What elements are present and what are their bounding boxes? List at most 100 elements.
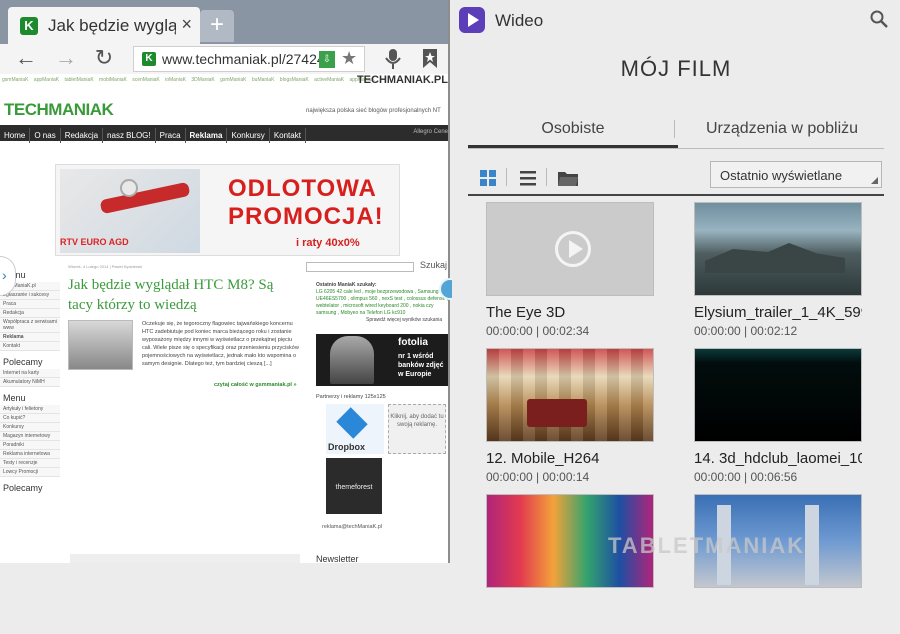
video-item[interactable]: 12. Mobile_H264 00:00:00 | 00:00:14 bbox=[486, 348, 654, 488]
bookmarks-icon[interactable] bbox=[422, 48, 438, 70]
toolbar-underline bbox=[468, 194, 884, 196]
play-icon bbox=[555, 231, 591, 267]
dropdown-arrow-icon bbox=[871, 177, 878, 184]
bookmark-star-icon[interactable]: ★ bbox=[341, 48, 357, 69]
banner-line3: i raty 40x0% bbox=[296, 237, 360, 249]
network-logo[interactable]: TECHMANIAK.PL bbox=[357, 74, 448, 86]
toolbar-divider bbox=[546, 168, 547, 186]
partners-heading: Partnerzy i reklamy 125x125 bbox=[316, 394, 386, 400]
ad-contact-link[interactable]: reklama@techManiaK.pl bbox=[322, 524, 382, 530]
video-item[interactable]: The Eye 3D 00:00:00 | 00:02:34 bbox=[486, 202, 654, 342]
sidebar-item[interactable]: Redakcja bbox=[0, 309, 60, 318]
video-duration: 00:00:00 | 00:00:14 bbox=[486, 470, 590, 484]
folder-view-icon[interactable] bbox=[558, 170, 578, 186]
video-thumbnail bbox=[694, 348, 862, 442]
nav-about[interactable]: O nas bbox=[30, 128, 61, 143]
video-item[interactable]: 14. 3d_hdclub_laomei_1080p 00:00:00 | 00… bbox=[694, 348, 862, 488]
forward-icon[interactable]: → bbox=[52, 44, 80, 74]
sidebar-item[interactable]: Współpraca z serwisami www bbox=[0, 318, 60, 333]
sidebar-item[interactable]: Poradniki bbox=[0, 441, 60, 450]
reload-icon[interactable]: ↻ bbox=[90, 44, 118, 74]
more-searches-link[interactable]: Sprawdź więcej wyników szukania bbox=[316, 317, 442, 323]
video-item[interactable] bbox=[486, 494, 654, 634]
recent-searches-list[interactable]: LG 6205 42 cale led , moje bezprzewodowa… bbox=[316, 289, 448, 316]
sidebar-item[interactable]: Co kupić? bbox=[0, 414, 60, 423]
dropbox-label: Dropbox bbox=[328, 442, 365, 452]
url-text: www.techmaniak.pl/27424 bbox=[162, 51, 325, 67]
sidebar-item[interactable]: Kontakt bbox=[0, 342, 60, 351]
toolbar-divider bbox=[506, 168, 507, 186]
site-slogan: największa polska sieć blogów profesjona… bbox=[306, 108, 441, 114]
logo-part-b: MANIAK bbox=[48, 100, 114, 119]
site-sidebar: Menu TechManiaK.pl Zgłaszanie i sukcesy … bbox=[0, 264, 60, 563]
nav-jobs[interactable]: Praca bbox=[156, 128, 186, 143]
back-icon[interactable]: ← bbox=[12, 44, 40, 74]
sidebar-heading: Polecamy bbox=[3, 483, 43, 493]
app-name: Wideo bbox=[495, 11, 544, 30]
tab-divider bbox=[674, 120, 675, 138]
grid-view-icon[interactable] bbox=[480, 170, 496, 186]
sidebar-item[interactable]: Testy i recenzje bbox=[0, 459, 60, 468]
video-title: The Eye 3D bbox=[486, 304, 566, 321]
video-title: 14. 3d_hdclub_laomei_1080p bbox=[694, 450, 862, 467]
site-search-button[interactable]: Szukaj bbox=[420, 260, 447, 270]
tab-nearby-devices[interactable]: Urządzenia w pobliżu bbox=[680, 110, 884, 148]
browser-tab[interactable]: K Jak będzie wygląd × bbox=[8, 7, 200, 44]
ad-placeholder[interactable]: Kliknij, aby dodać tu swoją reklamę. bbox=[388, 404, 446, 454]
browser-toolbar: ← → ↻ K www.techmaniak.pl/27424 ⇩ ★ bbox=[0, 44, 448, 74]
next-article-strip bbox=[70, 554, 300, 563]
download-icon[interactable]: ⇩ bbox=[319, 51, 335, 68]
banner-line2: PROMOCJA! bbox=[228, 203, 384, 230]
sidebar-item[interactable]: Lowcy Promocji bbox=[0, 468, 60, 477]
fotolia-ad[interactable]: fotolia nr 1 wśród banków zdjęć w Europi… bbox=[316, 334, 448, 386]
dropbox-ad[interactable]: Dropbox bbox=[326, 404, 384, 454]
sidebar-item[interactable]: Reklama internetowa bbox=[0, 450, 60, 459]
sidebar-heading: Menu bbox=[3, 393, 26, 403]
sidebar-item[interactable]: Internet na karty bbox=[0, 369, 60, 378]
nav-contact[interactable]: Kontakt bbox=[270, 128, 306, 143]
sort-dropdown[interactable]: Ostatnio wyświetlane bbox=[710, 161, 882, 188]
view-toolbar: Ostatnio wyświetlane bbox=[468, 160, 884, 194]
article: Wtorek, 4 Lutego 2014 | Paweł Kędzierski… bbox=[68, 264, 300, 563]
sidebar-item[interactable]: Konkursy bbox=[0, 423, 60, 432]
new-tab-button[interactable]: + bbox=[200, 10, 234, 42]
tab-personal[interactable]: Osobiste bbox=[468, 110, 678, 148]
video-duration: 00:00:00 | 00:02:34 bbox=[486, 324, 590, 338]
read-more-link[interactable]: czytaj całość w gsmmaniak.pl » bbox=[214, 382, 297, 388]
recent-searches-heading: Ostatnio ManiaK szukały: bbox=[316, 282, 377, 288]
nav-right-links[interactable]: Allegro Cene bbox=[413, 129, 448, 135]
video-app-pane: Wideo MÓJ FILM Osobiste Urządzenia w pob… bbox=[452, 0, 900, 588]
close-tab-icon[interactable]: × bbox=[181, 14, 192, 35]
site-logo[interactable]: TECHMANIAK bbox=[4, 100, 114, 120]
banner-line1: ODLOTOWA bbox=[228, 175, 377, 202]
sidebar-item[interactable]: Magazyn internetowy bbox=[0, 432, 60, 441]
nav-ads[interactable]: Reklama bbox=[186, 128, 228, 143]
video-title: 12. Mobile_H264 bbox=[486, 450, 600, 467]
sidebar-item[interactable]: Reklama bbox=[0, 333, 60, 342]
sidebar-item[interactable]: Akumulatory NiMH bbox=[0, 378, 60, 387]
article-thumbnail[interactable] bbox=[68, 320, 133, 370]
site-search-input[interactable] bbox=[306, 262, 414, 272]
watermark-logo: TABLETMANIAK bbox=[608, 533, 806, 558]
sidebar-heading: Polecamy bbox=[3, 357, 43, 367]
ad-person-image bbox=[330, 336, 374, 384]
article-title[interactable]: Jak będzie wyglądał HTC M8? Są tacy któr… bbox=[68, 275, 300, 315]
nav-editorial[interactable]: Redakcja bbox=[61, 128, 104, 143]
sidebar-item[interactable]: Praca bbox=[0, 300, 60, 309]
address-bar[interactable]: K www.techmaniak.pl/27424 ⇩ ★ bbox=[133, 46, 365, 72]
sort-value: Ostatnio wyświetlane bbox=[720, 168, 843, 183]
video-item[interactable]: Elysium_trailer_1_4K_5994_8M 00:00:00 | … bbox=[694, 202, 862, 342]
sidebar-item[interactable]: Artykuły i felietony bbox=[0, 405, 60, 414]
microphone-icon[interactable] bbox=[384, 48, 402, 70]
themeforest-ad[interactable]: themeforest bbox=[326, 458, 382, 514]
nav-contests[interactable]: Konkursy bbox=[227, 128, 270, 143]
list-view-icon[interactable] bbox=[520, 170, 536, 186]
search-icon[interactable] bbox=[870, 10, 888, 28]
video-item[interactable] bbox=[694, 494, 862, 634]
nav-home[interactable]: Home bbox=[0, 128, 31, 143]
logo-part-a: TECH bbox=[4, 100, 49, 119]
nav-blog[interactable]: nasz BLOG! bbox=[103, 128, 156, 143]
source-tabs: Osobiste Urządzenia w pobliżu bbox=[468, 110, 884, 148]
ad-banner[interactable]: RTV EURO AGD ODLOTOWA PROMOCJA! i raty 4… bbox=[55, 164, 400, 256]
fotolia-text: nr 1 wśród banków zdjęć w Europie bbox=[398, 353, 444, 378]
